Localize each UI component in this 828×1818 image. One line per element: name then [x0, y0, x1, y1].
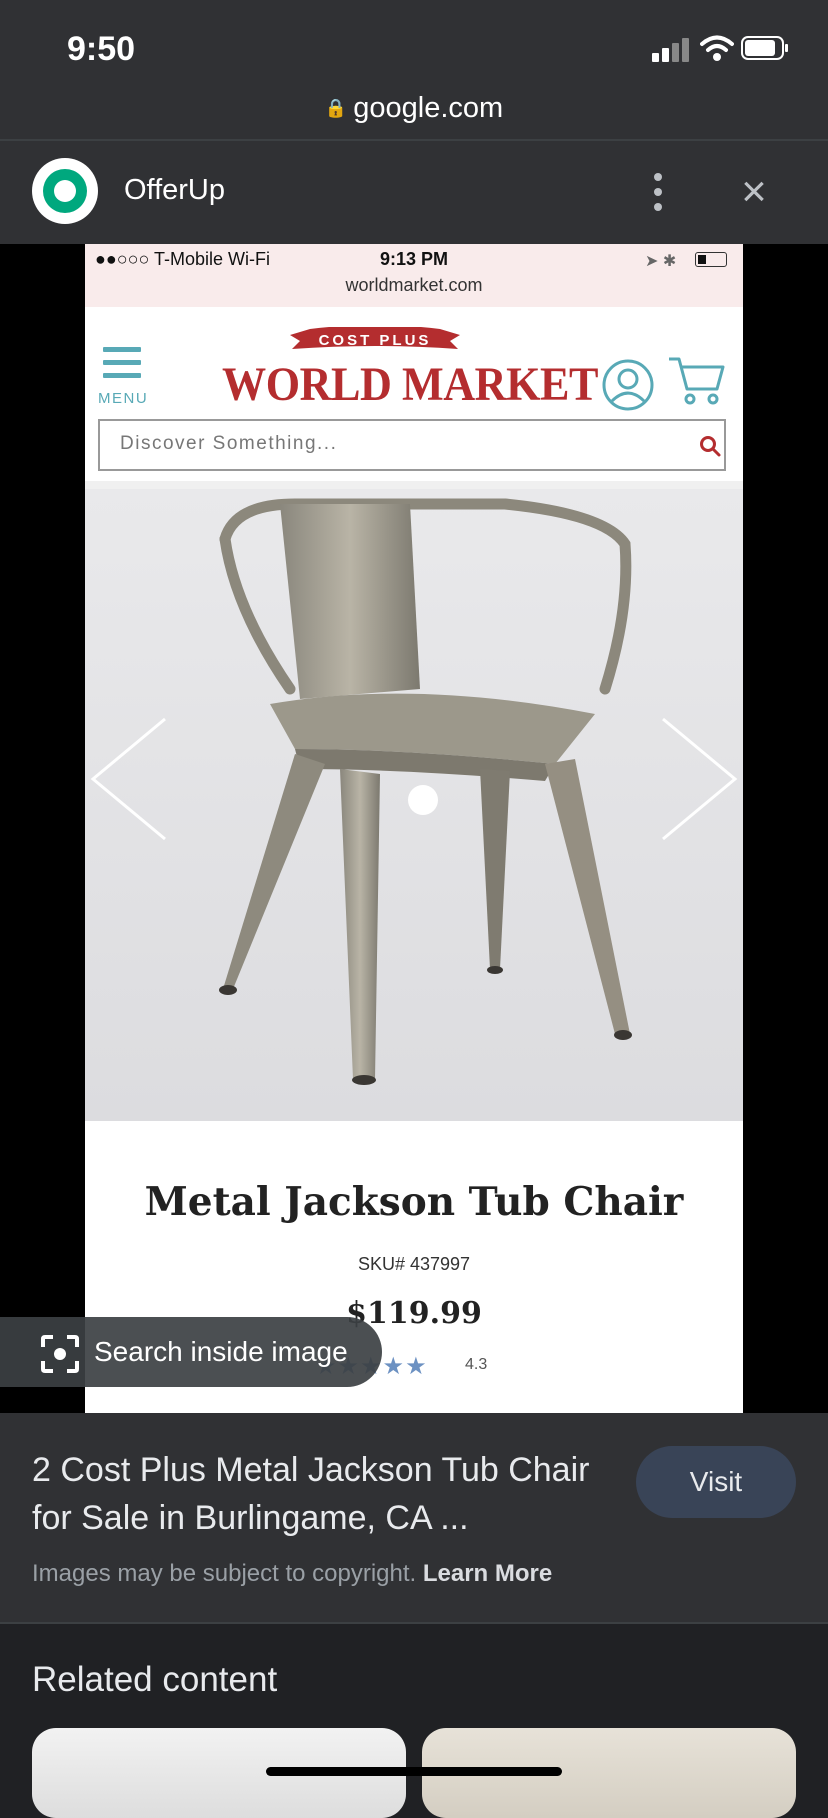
site-search-box: Discover Something...: [98, 419, 726, 471]
account-icon: [602, 359, 654, 411]
signal-icon: [652, 38, 692, 62]
screenshot-image: ●●○○○ T-Mobile Wi-Fi 9:13 PM ➤ ✱ worldma…: [85, 244, 743, 1413]
home-indicator[interactable]: [266, 1767, 562, 1776]
cost-plus-text: COST PLUS: [318, 332, 432, 349]
inner-battery-icon: [695, 252, 727, 267]
divider: [85, 481, 743, 489]
address-bar[interactable]: 🔒 google.com: [0, 92, 828, 125]
rating-value: 4.3: [465, 1356, 488, 1373]
menu-label: MENU: [98, 390, 149, 407]
inner-url: worldmarket.com: [345, 275, 483, 295]
inner-location-bluetooth-icon: ➤ ✱: [645, 253, 677, 270]
related-content-heading: Related content: [32, 1660, 278, 1699]
copyright-text: Images may be subject to copyright.: [32, 1560, 417, 1587]
product-image: [85, 489, 743, 1121]
battery-icon: [741, 36, 788, 60]
result-title[interactable]: 2 Cost Plus Metal Jackson Tub Chair for …: [32, 1446, 612, 1542]
chevron-right-icon: [662, 717, 738, 841]
clock: 9:50: [67, 30, 136, 68]
hamburger-menu-icon: [103, 347, 143, 383]
copyright-notice: Images may be subject to copyright. Lear…: [32, 1560, 552, 1588]
wifi-icon: [700, 35, 734, 61]
divider: [0, 1622, 828, 1624]
inner-status-bar: ●●○○○ T-Mobile Wi-Fi 9:13 PM ➤ ✱ worldma…: [85, 244, 743, 307]
more-options-icon[interactable]: [648, 172, 668, 212]
site-search-placeholder: Discover Something...: [120, 433, 338, 454]
visit-button[interactable]: Visit: [636, 1446, 796, 1518]
cart-icon: [669, 357, 725, 405]
carousel-dot: [408, 785, 438, 815]
offerup-logo-icon: [32, 158, 98, 224]
product-title: Metal Jackson Tub Chair: [144, 1179, 684, 1225]
image-viewer[interactable]: ●●○○○ T-Mobile Wi-Fi 9:13 PM ➤ ✱ worldma…: [0, 244, 828, 1413]
source-name[interactable]: OfferUp: [124, 174, 225, 207]
search-icon: [700, 436, 721, 457]
world-market-logo: WORLD MARKET: [222, 358, 598, 411]
learn-more-link[interactable]: Learn More: [423, 1560, 552, 1587]
url-text: google.com: [353, 92, 504, 124]
lock-icon: 🔒: [324, 98, 348, 118]
search-inside-image-label[interactable]: Search inside image: [94, 1336, 348, 1368]
lens-icon[interactable]: [40, 1334, 80, 1374]
product-sku: SKU# 437997: [357, 1254, 471, 1274]
chevron-left-icon: [90, 717, 166, 841]
close-icon[interactable]: ×: [734, 170, 774, 214]
